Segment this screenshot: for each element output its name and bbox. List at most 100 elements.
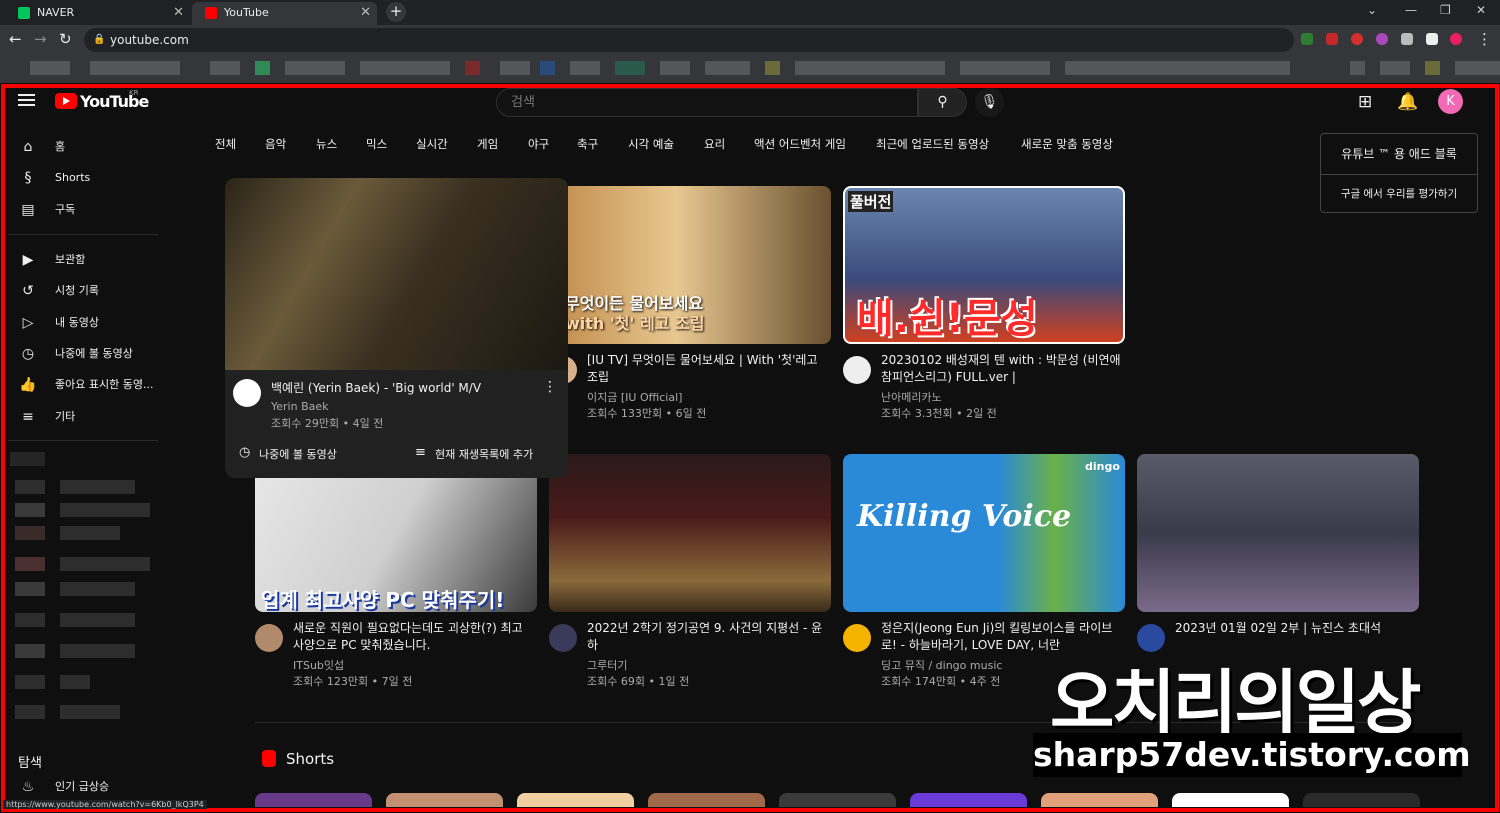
subscription-avatar[interactable] (10, 452, 45, 466)
voice-search-button[interactable]: 🎙 (975, 88, 1004, 117)
forward-icon[interactable]: → (34, 30, 47, 48)
subscription-avatar[interactable] (15, 644, 45, 658)
hamburger-menu-icon[interactable] (18, 94, 35, 106)
short-thumbnail[interactable] (910, 793, 1027, 807)
channel-name[interactable]: 이지금 [IU Official] (587, 389, 682, 405)
chip[interactable]: 음악 (265, 136, 286, 152)
subscription-avatar[interactable] (15, 613, 45, 627)
bookmark[interactable] (30, 61, 70, 75)
bookmark[interactable] (540, 61, 555, 75)
subscription-item[interactable] (60, 503, 150, 517)
subscription-avatar[interactable] (15, 557, 45, 571)
short-thumbnail[interactable] (255, 793, 372, 807)
bookmark[interactable] (1380, 61, 1410, 75)
address-bar[interactable]: 🔒 youtube.com (84, 28, 1294, 52)
bookmark[interactable] (500, 61, 530, 75)
reload-icon[interactable]: ↻ (59, 30, 72, 48)
back-icon[interactable]: ← (9, 30, 22, 48)
bookmark[interactable] (705, 61, 750, 75)
watch-later-button[interactable]: ◷ 나중에 볼 동영상 (239, 445, 337, 462)
subscription-item[interactable] (60, 557, 150, 571)
extension-icon[interactable] (1326, 33, 1338, 45)
channel-name[interactable]: 딩고 뮤직 / dingo music (881, 657, 1002, 673)
profile-icon[interactable] (1450, 33, 1462, 45)
chip-all[interactable]: 전체 (215, 136, 236, 152)
subscription-avatar[interactable] (15, 705, 45, 719)
youtube-logo-icon[interactable] (55, 93, 77, 109)
minimize-icon[interactable]: — (1405, 3, 1417, 17)
bookmark[interactable] (285, 61, 345, 75)
extension-icon[interactable] (1301, 33, 1313, 45)
bookmark[interactable] (795, 61, 945, 75)
extension-icon[interactable] (1351, 33, 1363, 45)
video-thumbnail[interactable] (1137, 454, 1419, 612)
preview-player[interactable] (225, 178, 568, 370)
chip[interactable]: 새로운 맞춤 동영상 (1021, 136, 1113, 152)
channel-name[interactable]: 그루터기 (587, 657, 627, 673)
channel-avatar[interactable] (549, 624, 577, 652)
chip[interactable]: 최근에 업로드된 동영상 (876, 136, 989, 152)
extension-icon[interactable] (1376, 33, 1388, 45)
chip[interactable]: 축구 (577, 136, 598, 152)
chip[interactable]: 게임 (477, 136, 498, 152)
chip[interactable]: 믹스 (366, 136, 387, 152)
short-thumbnail[interactable] (648, 793, 765, 807)
close-tab-icon[interactable]: ✕ (173, 2, 184, 23)
bookmark[interactable] (255, 61, 270, 75)
short-thumbnail[interactable] (1041, 793, 1158, 807)
close-window-icon[interactable]: ✕ (1476, 3, 1486, 17)
short-thumbnail[interactable] (779, 793, 896, 807)
tab-naver[interactable]: NAVER ✕ (5, 2, 190, 25)
subscription-avatar[interactable] (15, 675, 45, 689)
rate-us-button[interactable]: 구글 에서 우리를 평가하기 (1321, 175, 1477, 213)
video-title[interactable]: 새로운 직원이 필요없다는데도 괴상한(?) 최고사양으로 PC 맞춰줬습니다. (293, 620, 533, 654)
short-thumbnail[interactable] (1303, 793, 1420, 807)
short-thumbnail[interactable] (517, 793, 634, 807)
notifications-icon[interactable]: 🔔 (1397, 92, 1418, 112)
bookmark[interactable] (90, 61, 180, 75)
subscription-item[interactable] (60, 480, 135, 494)
subscription-item[interactable] (60, 526, 120, 540)
bookmark[interactable] (960, 61, 1050, 75)
channel-avatar[interactable] (233, 379, 261, 407)
menu-icon[interactable]: ⋮ (1477, 30, 1492, 48)
bookmark[interactable] (660, 61, 690, 75)
subscription-item[interactable] (60, 582, 135, 596)
video-thumbnail[interactable]: 풀버전 배.쉰!문성 (843, 186, 1125, 344)
subscription-item[interactable] (60, 675, 90, 689)
add-to-queue-button[interactable]: ≡ 현재 재생목록에 추가 (415, 445, 533, 462)
bookmark[interactable] (615, 61, 645, 75)
adblock-button[interactable]: 유튜브 ™ 용 애드 블록 (1321, 134, 1477, 175)
video-title[interactable]: 20230102 배성재의 텐 with : 박문성 (비연애 참피언스리그) … (881, 352, 1121, 386)
more-options-icon[interactable]: ⋮ (543, 379, 557, 395)
bookmark[interactable] (570, 61, 600, 75)
puzzle-icon[interactable] (1401, 33, 1413, 45)
bookmark[interactable] (210, 61, 240, 75)
video-title[interactable]: 2023년 01월 02일 2부 | 뉴진스 초대석 (1175, 620, 1415, 637)
channel-avatar[interactable] (843, 356, 871, 384)
tab-search-icon[interactable]: ⌄ (1367, 3, 1377, 17)
subscription-item[interactable] (60, 613, 135, 627)
channel-avatar[interactable] (255, 624, 283, 652)
avatar[interactable]: K (1438, 89, 1463, 114)
bookmark[interactable] (765, 61, 780, 75)
chip[interactable]: 실시간 (416, 136, 448, 152)
tab-youtube[interactable]: YouTube ✕ (192, 2, 377, 25)
close-tab-icon[interactable]: ✕ (360, 2, 371, 23)
chip[interactable]: 액션 어드벤처 게임 (754, 136, 846, 152)
subscription-avatar[interactable] (15, 503, 45, 517)
new-tab-button[interactable]: + (386, 2, 406, 22)
subscription-avatar[interactable] (15, 526, 45, 540)
channel-name[interactable]: ITSub잇섭 (293, 657, 344, 673)
channel-avatar[interactable] (843, 624, 871, 652)
bookmark[interactable] (1455, 61, 1500, 75)
bookmark[interactable] (465, 61, 480, 75)
subscription-item[interactable] (60, 644, 135, 658)
short-thumbnail[interactable] (1172, 793, 1289, 807)
video-title[interactable]: 2022년 2학기 정기공연 9. 사건의 지평선 - 윤하 (587, 620, 827, 654)
channel-name[interactable]: Yerin Baek (271, 400, 329, 413)
video-title[interactable]: [IU TV] 무엇이든 물어보세요 | With '첫'레고 조립 (587, 352, 827, 386)
short-thumbnail[interactable] (386, 793, 503, 807)
subscription-avatar[interactable] (15, 480, 45, 494)
create-video-icon[interactable]: ⊞ (1358, 92, 1372, 112)
